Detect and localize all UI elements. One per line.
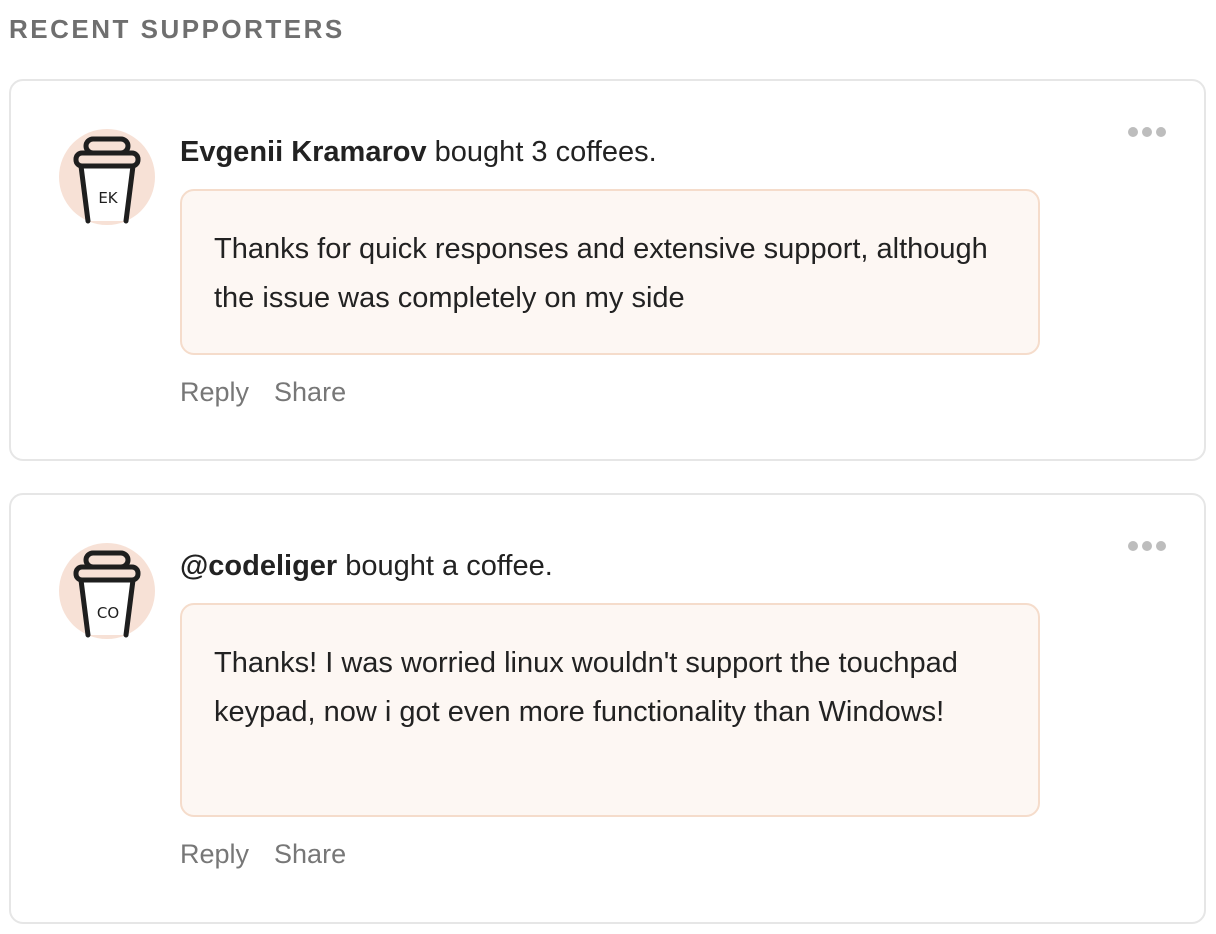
reply-button[interactable]: Reply	[180, 377, 249, 408]
supporter-action: bought 3 coffees.	[434, 136, 657, 168]
section-title: RECENT SUPPORTERS	[9, 14, 345, 44]
supporter-card: CO @codeliger bought a coffee. Thanks! I…	[9, 493, 1206, 924]
supporter-card: EK Evgenii Kramarov bought 3 coffees. Th…	[9, 79, 1206, 461]
supporter-message: Thanks for quick responses and extensive…	[180, 189, 1040, 355]
reply-button[interactable]: Reply	[180, 839, 249, 870]
supporter-name[interactable]: @codeliger	[180, 550, 337, 582]
coffee-cup-icon: CO	[59, 543, 155, 639]
more-options-icon[interactable]	[1128, 125, 1168, 139]
supporter-message: Thanks! I was worried linux wouldn't sup…	[180, 603, 1040, 817]
supporter-title: @codeliger bought a coffee.	[180, 550, 553, 583]
card-actions: Reply Share	[180, 377, 346, 408]
card-actions: Reply Share	[180, 839, 346, 870]
more-options-icon[interactable]	[1128, 539, 1168, 553]
coffee-cup-icon: EK	[59, 129, 155, 225]
supporter-title: Evgenii Kramarov bought 3 coffees.	[180, 136, 657, 169]
avatar-initials: EK	[98, 189, 118, 207]
share-button[interactable]: Share	[274, 377, 346, 408]
avatar-initials: CO	[97, 604, 119, 622]
supporter-action: bought a coffee.	[345, 550, 553, 582]
share-button[interactable]: Share	[274, 839, 346, 870]
supporter-name[interactable]: Evgenii Kramarov	[180, 136, 427, 168]
